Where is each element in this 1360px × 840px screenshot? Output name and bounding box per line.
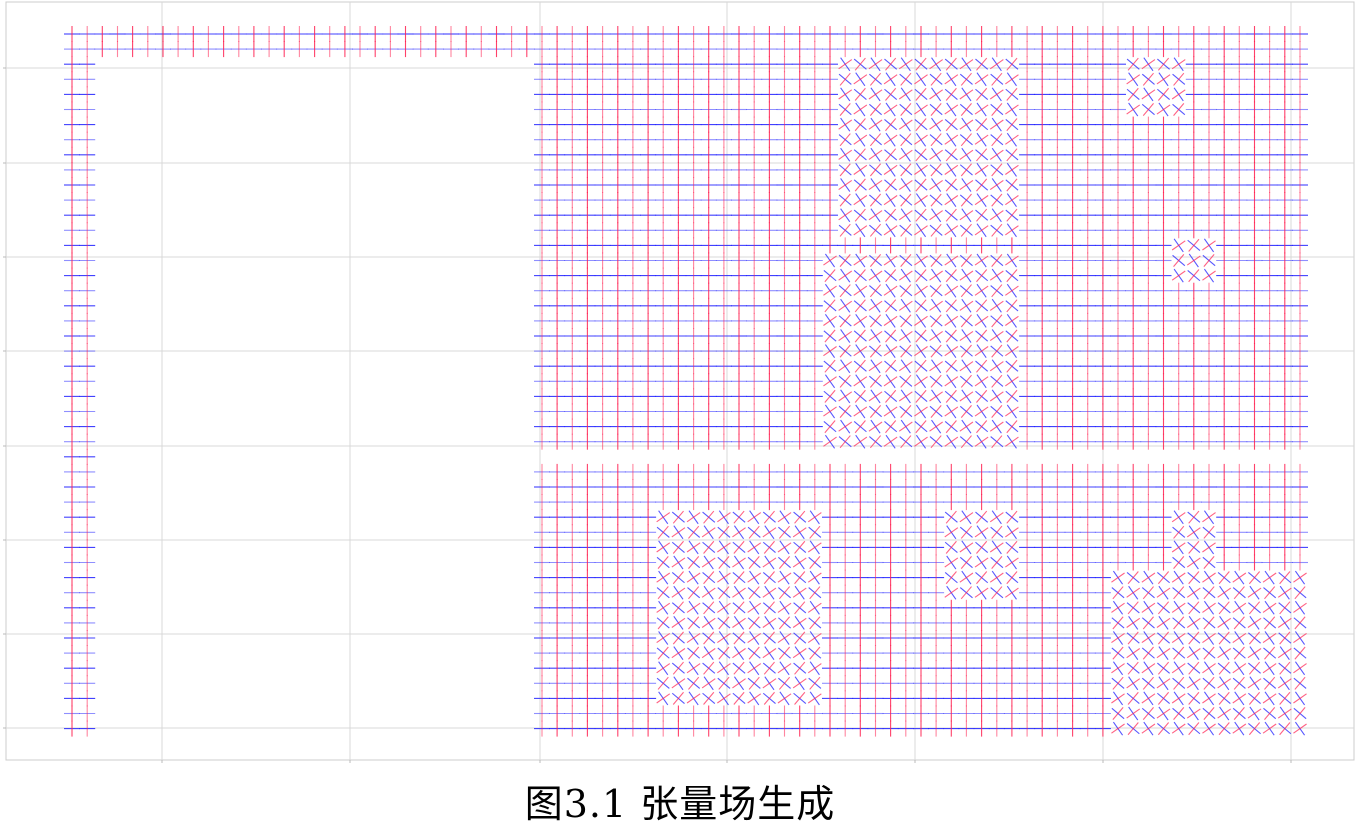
tensor-field-figure: 图3.1 张量场生成 — [0, 0, 1360, 840]
tensor-field-plot — [3, 1, 1355, 763]
